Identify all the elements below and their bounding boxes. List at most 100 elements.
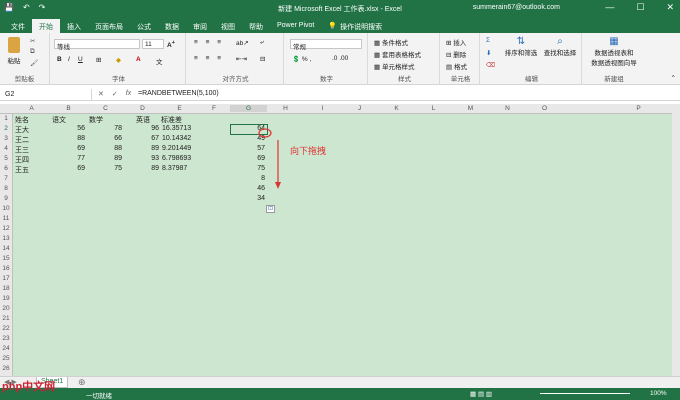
row-header[interactable]: 14 <box>0 245 12 252</box>
minimize-button[interactable]: — <box>605 2 614 13</box>
tell-me-search[interactable]: 💡 操作说明搜索 <box>321 19 389 33</box>
table-cell[interactable]: 王二 <box>15 135 29 145</box>
tab-help[interactable]: 帮助 <box>242 19 270 33</box>
wrap-text-icon[interactable]: ⤶ <box>260 39 264 47</box>
conditional-format-button[interactable]: ▦ 条件格式 <box>374 37 408 47</box>
table-cell[interactable]: 88 <box>50 135 85 142</box>
row-header[interactable]: 1 <box>0 115 12 122</box>
underline-button[interactable]: U <box>78 56 83 63</box>
tab-home[interactable]: 开始 <box>32 19 60 33</box>
phonetic-icon[interactable]: 文 <box>156 56 163 66</box>
table-cell[interactable]: 89 <box>124 165 159 172</box>
paste-button[interactable]: 粘贴 <box>6 37 22 65</box>
autosum-icon[interactable]: Σ <box>486 37 490 44</box>
align-left-icons[interactable]: ≡ ≡ ≡ <box>194 55 224 62</box>
cancel-icon[interactable]: ✕ <box>98 90 104 98</box>
table-cell[interactable]: 王四 <box>15 155 29 165</box>
row-header[interactable]: 19 <box>0 295 12 302</box>
column-header[interactable]: O <box>526 105 563 112</box>
table-cell[interactable]: 77 <box>50 155 85 162</box>
row-header[interactable]: 15 <box>0 255 12 262</box>
row-header[interactable]: 26 <box>0 365 12 372</box>
row-header[interactable]: 7 <box>0 175 12 182</box>
format-painter-icon[interactable]: 🖌 <box>30 59 38 67</box>
g-cell[interactable]: 34 <box>230 195 265 202</box>
close-button[interactable]: ✕ <box>666 2 674 13</box>
formula-input[interactable]: =RANDBETWEEN(5,100) <box>138 90 219 97</box>
row-header[interactable]: 18 <box>0 285 12 292</box>
row-header[interactable]: 2 <box>0 125 12 132</box>
table-format-button[interactable]: ▦ 套用表格格式 <box>374 49 421 59</box>
table-cell[interactable]: 8.37987 <box>162 165 187 172</box>
insert-cells-button[interactable]: ⊞ 插入 <box>446 37 466 47</box>
table-cell[interactable]: 王三 <box>15 145 29 155</box>
column-header[interactable]: N <box>489 105 526 112</box>
enter-icon[interactable]: ✓ <box>112 90 118 98</box>
tab-review[interactable]: 审阅 <box>186 19 214 33</box>
row-header[interactable]: 20 <box>0 305 12 312</box>
font-name-select[interactable]: 等线 <box>54 39 140 51</box>
pivot-wizard-button[interactable]: ▦ 数据透视表和 数据透视图向导 <box>586 36 642 67</box>
tab-file[interactable]: 文件 <box>4 19 32 33</box>
table-cell[interactable]: 10.14342 <box>162 135 191 142</box>
fill-color-icon[interactable]: ◆ <box>116 56 121 64</box>
table-header-cell[interactable]: 数学 <box>89 115 103 125</box>
row-header[interactable]: 4 <box>0 145 12 152</box>
table-cell[interactable]: 69 <box>50 165 85 172</box>
table-cell[interactable]: 67 <box>124 135 159 142</box>
column-header[interactable]: C <box>87 105 124 112</box>
table-cell[interactable]: 75 <box>87 165 122 172</box>
clear-icon[interactable]: ⌫ <box>486 61 495 69</box>
column-header[interactable]: D <box>124 105 161 112</box>
number-format-select[interactable]: 常规 <box>290 39 362 51</box>
format-cells-button[interactable]: ▤ 格式 <box>446 61 467 71</box>
table-cell[interactable]: 66 <box>87 135 122 142</box>
row-header[interactable]: 12 <box>0 225 12 232</box>
cut-icon[interactable]: ✂ <box>30 37 35 45</box>
row-header[interactable]: 21 <box>0 315 12 322</box>
table-cell[interactable]: 93 <box>124 155 159 162</box>
row-header[interactable]: 8 <box>0 185 12 192</box>
currency-icon[interactable]: 💲 % , <box>292 55 311 63</box>
column-header[interactable]: L <box>415 105 452 112</box>
row-header[interactable]: 9 <box>0 195 12 202</box>
column-header[interactable]: G <box>230 105 267 112</box>
collapse-ribbon-icon[interactable]: ⌃ <box>671 74 676 82</box>
user-account[interactable]: summerain67@outlook.com <box>473 4 560 11</box>
column-header[interactable]: H <box>267 105 304 112</box>
table-header-cell[interactable]: 语文 <box>52 115 66 125</box>
row-header[interactable]: 22 <box>0 325 12 332</box>
column-header[interactable]: J <box>341 105 378 112</box>
border-icon[interactable]: ⊞ <box>96 56 101 64</box>
table-cell[interactable]: 56 <box>50 125 85 132</box>
tab-page-layout[interactable]: 页面布局 <box>88 19 130 33</box>
row-header[interactable]: 10 <box>0 205 12 212</box>
maximize-button[interactable]: ☐ <box>636 2 644 13</box>
table-cell[interactable]: 89 <box>87 155 122 162</box>
align-top-icons[interactable]: ≡ ≡ ≡ <box>194 39 224 46</box>
table-header-cell[interactable]: 标准差 <box>161 115 182 125</box>
tab-view[interactable]: 视图 <box>214 19 242 33</box>
table-cell[interactable]: 89 <box>124 145 159 152</box>
tab-data[interactable]: 数据 <box>158 19 186 33</box>
font-color-icon[interactable]: A <box>136 56 141 63</box>
table-header-cell[interactable]: 姓名 <box>15 115 29 125</box>
table-cell[interactable]: 88 <box>87 145 122 152</box>
table-cell[interactable]: 9.201449 <box>162 145 191 152</box>
row-header[interactable]: 11 <box>0 215 12 222</box>
copy-icon[interactable]: ⧉ <box>30 48 35 56</box>
zoom-slider[interactable] <box>540 393 630 394</box>
row-header[interactable]: 17 <box>0 275 12 282</box>
tab-power-pivot[interactable]: Power Pivot <box>270 19 321 33</box>
column-header[interactable]: A <box>13 105 50 112</box>
table-cell[interactable]: 69 <box>50 145 85 152</box>
table-cell[interactable]: 78 <box>87 125 122 132</box>
column-header[interactable]: I <box>304 105 341 112</box>
row-header[interactable]: 16 <box>0 265 12 272</box>
row-header[interactable]: 24 <box>0 345 12 352</box>
find-select-button[interactable]: ⌕ 查找和选择 <box>540 36 580 57</box>
delete-cells-button[interactable]: ⊟ 删除 <box>446 49 466 59</box>
sort-filter-button[interactable]: ⇅ 排序和筛选 <box>502 36 540 57</box>
bold-button[interactable]: B <box>57 56 62 63</box>
grow-font-icon[interactable]: A+ <box>167 40 175 49</box>
